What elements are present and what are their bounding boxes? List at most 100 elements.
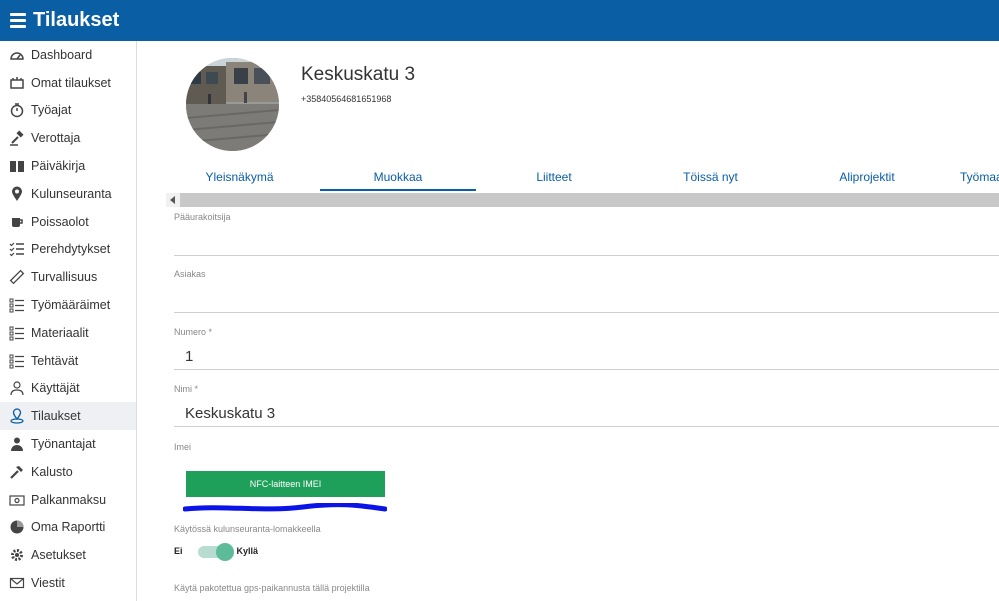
sidebar-item-label: Oma Raportti (31, 520, 106, 535)
tab-working-now[interactable]: Töissä nyt (632, 165, 789, 191)
field-underline (174, 426, 999, 427)
field-underline (174, 369, 999, 370)
tracking-toggle[interactable] (197, 543, 234, 561)
imei-field: Imei (174, 442, 999, 456)
dashboard-gauge-icon (9, 47, 25, 63)
tab-subprojects[interactable]: Aliprojektit (789, 165, 945, 191)
tab-bar: Yleisnäkymä Muokkaa Liitteet Töissä nyt … (159, 165, 999, 191)
sidebar-item-label: Turvallisuus (31, 270, 98, 285)
sidebar-item-label: Työajat (31, 103, 72, 118)
checklist-icon (9, 241, 25, 257)
number-value[interactable]: 1 (185, 348, 193, 365)
number-field[interactable]: Numero * 1 (174, 327, 999, 371)
project-photo (186, 58, 279, 151)
gps-field: Käytä pakotettua gps-paikannusta tällä p… (174, 583, 999, 597)
tabs-scrollbar[interactable] (166, 193, 999, 207)
sidebar: Dashboard Omat tilaukset Työajat Verotta… (0, 41, 137, 601)
sidebar-item-work-orders[interactable]: Työmääräimet (0, 291, 136, 319)
sidebar-item-equipment[interactable]: Kalusto (0, 458, 136, 486)
money-icon (9, 492, 25, 508)
sidebar-item-absences[interactable]: Poissaolot (0, 208, 136, 236)
tab-attachments[interactable]: Liitteet (476, 165, 632, 191)
sidebar-item-users[interactable]: Käyttäjät (0, 375, 136, 403)
main-content: Keskuskatu 3 +35840564681651968 Yleisnäk… (137, 41, 999, 601)
sidebar-item-label: Omat tilaukset (31, 75, 111, 90)
orders-icon (9, 75, 25, 91)
sidebar-item-payroll[interactable]: Palkanmaksu (0, 486, 136, 514)
toggle-off-label: Ei (174, 546, 183, 556)
app-title: Tilaukset (33, 9, 120, 31)
name-value[interactable]: Keskuskatu 3 (185, 405, 275, 422)
location-user-icon (9, 408, 25, 424)
sidebar-item-label: Materiaalit (31, 325, 89, 340)
sidebar-item-orders[interactable]: Tilaukset (0, 402, 136, 431)
tracking-toggle-row: Ei Kyllä (174, 543, 259, 561)
sidebar-item-tax-authority[interactable]: Verottaja (0, 124, 136, 152)
redaction-scribble (183, 503, 387, 512)
nfc-imei-button[interactable]: NFC-laitteen IMEI (186, 471, 385, 497)
field-underline (174, 255, 999, 256)
sidebar-item-messages[interactable]: Viestit (0, 569, 136, 597)
stopwatch-icon (9, 102, 25, 118)
hamburger-menu-icon[interactable] (10, 13, 26, 28)
sidebar-item-label: Viestit (31, 576, 65, 591)
sidebar-item-label: Tilaukset (31, 409, 81, 424)
ruler-icon (9, 269, 25, 285)
sidebar-item-label: Asetukset (31, 548, 86, 563)
tab-overview[interactable]: Yleisnäkymä (159, 165, 320, 191)
app-header: Tilaukset (0, 0, 999, 41)
sidebar-item-label: Kulunseuranta (31, 186, 112, 201)
project-phone: +35840564681651968 (301, 94, 392, 104)
gear-icon (9, 547, 25, 563)
sidebar-item-label: Dashboard (31, 47, 93, 62)
toggle-on-label: Kyllä (236, 546, 259, 556)
imei-label: Imei (174, 442, 192, 452)
tracking-field: Käytössä kulunseuranta-lomakkeella (174, 524, 999, 538)
list-icon (9, 353, 25, 369)
sidebar-item-dashboard[interactable]: Dashboard (0, 41, 136, 69)
sidebar-item-label: Päiväkirja (31, 159, 86, 174)
list-icon (9, 297, 25, 313)
tab-worksite[interactable]: Työmaa (945, 165, 999, 191)
sidebar-item-label: Verottaja (31, 131, 81, 146)
sidebar-item-work-hours[interactable]: Työajat (0, 97, 136, 125)
sidebar-item-label: Perehdytykset (31, 242, 111, 257)
sidebar-item-orientations[interactable]: Perehdytykset (0, 236, 136, 264)
list-icon (9, 325, 25, 341)
sidebar-item-access-tracking[interactable]: Kulunseuranta (0, 180, 136, 208)
sidebar-item-label: Työnantajat (31, 437, 96, 452)
sidebar-item-own-orders[interactable]: Omat tilaukset (0, 69, 136, 97)
main-contractor-label: Pääurakoitsija (174, 212, 231, 222)
tracking-label: Käytössä kulunseuranta-lomakkeella (174, 524, 321, 534)
gavel-icon (9, 130, 25, 147)
main-contractor-field[interactable]: Pääurakoitsija (174, 212, 999, 256)
sidebar-item-diary[interactable]: Päiväkirja (0, 152, 136, 180)
sidebar-item-label: Käyttäjät (31, 381, 80, 396)
sidebar-item-own-report[interactable]: Oma Raportti (0, 514, 136, 542)
customer-field[interactable]: Asiakas (174, 269, 999, 313)
sidebar-item-label: Kalusto (31, 464, 73, 479)
project-title: Keskuskatu 3 (301, 64, 416, 85)
field-underline (174, 312, 999, 313)
sidebar-item-settings[interactable]: Asetukset (0, 541, 136, 569)
sidebar-item-safety[interactable]: Turvallisuus (0, 263, 136, 291)
number-label: Numero * (174, 327, 213, 337)
sidebar-item-label: Palkanmaksu (31, 492, 107, 507)
gps-label: Käytä pakotettua gps-paikannusta tällä p… (174, 583, 370, 593)
map-pin-icon (9, 186, 25, 202)
pie-chart-icon (9, 519, 25, 535)
name-label: Nimi * (174, 384, 198, 394)
coffee-cup-icon (9, 214, 25, 230)
book-icon (9, 158, 25, 174)
envelope-icon (9, 575, 25, 591)
users-icon (9, 380, 25, 396)
sidebar-item-label: Työmääräimet (31, 298, 111, 313)
scroll-left-icon[interactable] (166, 193, 180, 207)
name-field[interactable]: Nimi * Keskuskatu 3 (174, 384, 999, 428)
hammer-icon (9, 464, 25, 480)
sidebar-item-materials[interactable]: Materiaalit (0, 319, 136, 347)
tab-edit[interactable]: Muokkaa (320, 165, 476, 191)
sidebar-item-tasks[interactable]: Tehtävät (0, 347, 136, 375)
customer-label: Asiakas (174, 269, 206, 279)
sidebar-item-employers[interactable]: Työnantajat (0, 430, 136, 458)
